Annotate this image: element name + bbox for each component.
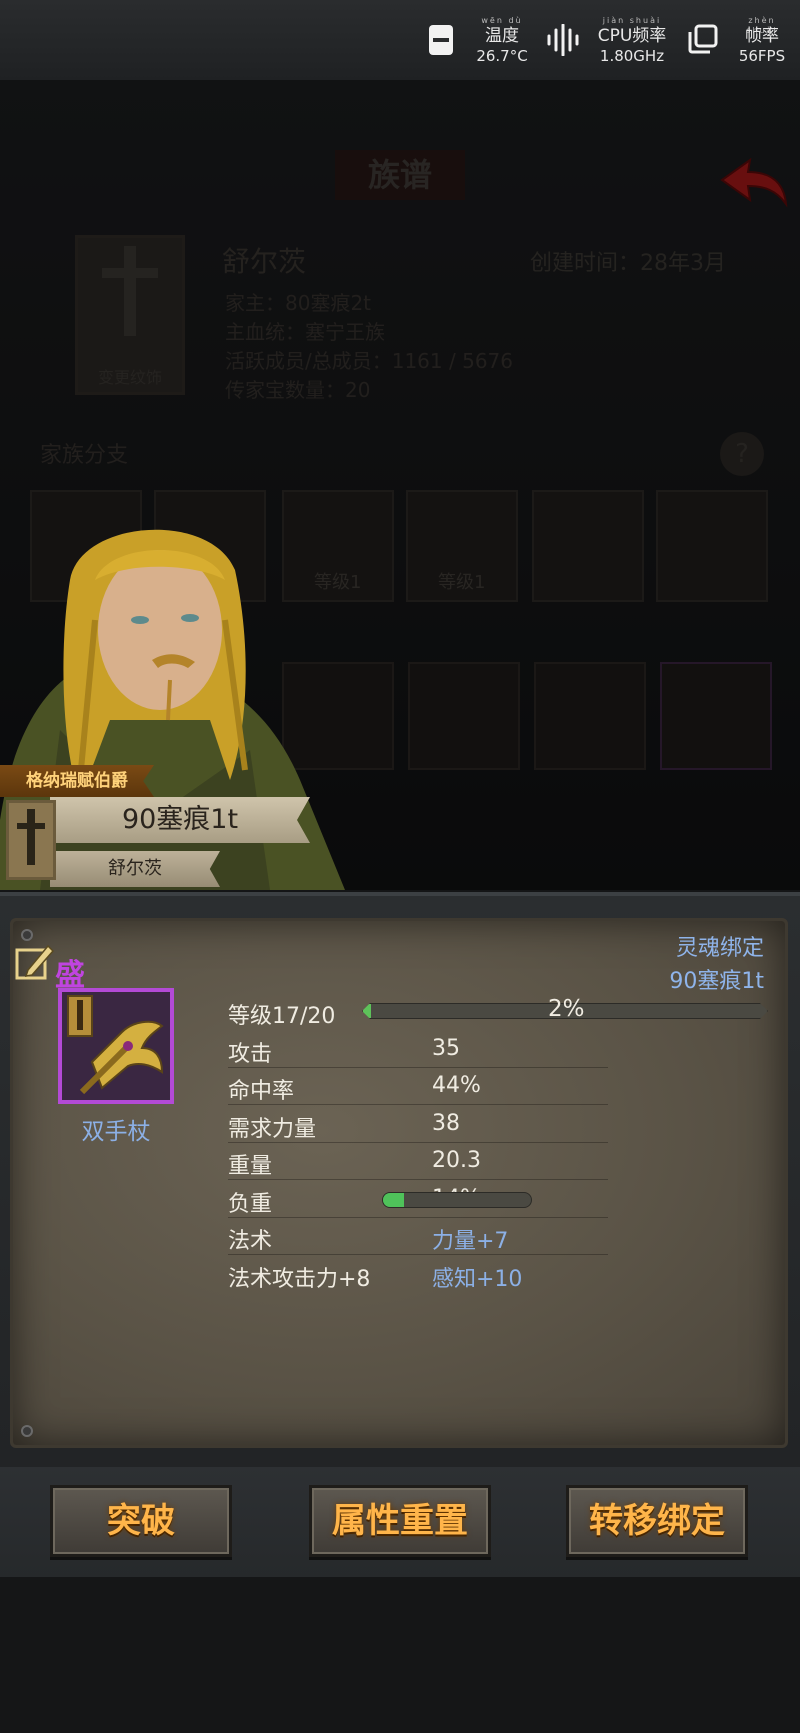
transfer-binding-button[interactable]: 转移绑定 xyxy=(566,1485,748,1557)
battery-icon xyxy=(429,25,453,55)
character-name-scroll: 90塞痕1t xyxy=(50,797,310,843)
stat-value: 35 xyxy=(432,1036,460,1061)
stat-value: 力量+7 xyxy=(432,1229,509,1254)
row-divider xyxy=(228,1254,608,1255)
level-label: 等级17/20 xyxy=(228,1004,336,1029)
bound-owner: 90塞痕1t xyxy=(669,969,764,994)
temperature-label: 温度 xyxy=(485,26,519,46)
temperature-ruby: wēn dù xyxy=(481,16,523,25)
rivet xyxy=(21,929,33,941)
temperature-value: 26.7°C xyxy=(476,47,528,65)
fps-value: 56FPS xyxy=(738,47,786,65)
stat-row-spell: 法术 力量+7 xyxy=(228,1219,768,1255)
stat-value: 20.3 xyxy=(432,1148,481,1173)
row-divider xyxy=(228,1217,608,1218)
cpu-value: 1.80GHz xyxy=(599,47,665,65)
stat-key: 需求力量 xyxy=(228,1117,317,1142)
fps-readout: zhèn shuài 帧率 56FPS xyxy=(734,16,790,66)
cpu-waveform-icon xyxy=(547,24,579,56)
stat-row-required-strength: 需求力量 38 xyxy=(228,1107,768,1143)
stat-key: 攻击 xyxy=(228,1042,273,1067)
fps-ruby: zhèn shuài xyxy=(746,16,778,35)
stat-key: 法术 xyxy=(228,1229,273,1254)
stat-value: 44% xyxy=(432,1073,481,1098)
item-type-name: 双手杖 xyxy=(81,1119,151,1145)
stat-value: 感知+10 xyxy=(432,1267,523,1292)
rivet xyxy=(21,1425,33,1437)
stat-key: 重量 xyxy=(228,1154,273,1179)
edit-pencil-icon[interactable] xyxy=(14,942,54,982)
load-bar xyxy=(382,1192,532,1208)
stat-row-spell-attack: 法术攻击力+8 感知+10 xyxy=(228,1257,768,1293)
cpu-readout: jiàn shuài CPU频率 1.80GHz xyxy=(594,16,670,66)
level-progress-text: 2% xyxy=(548,996,585,1022)
stat-value: 38 xyxy=(432,1111,460,1136)
row-divider xyxy=(228,1067,608,1068)
cpu-ruby: jiàn shuài xyxy=(602,16,662,25)
row-divider xyxy=(228,1142,608,1143)
fps-label: 帧率 xyxy=(745,26,779,46)
temperature-readout: wēn dù 温度 26.7°C xyxy=(474,16,530,66)
stat-row-attack: 攻击 35 xyxy=(228,1032,768,1068)
fps-window-icon xyxy=(688,24,718,54)
row-divider xyxy=(228,1179,608,1180)
system-status-bar: wēn dù 温度 26.7°C jiàn shuài CPU频率 1.80GH… xyxy=(0,0,800,80)
staff-weapon-icon xyxy=(67,995,164,1095)
stat-key: 负重 xyxy=(228,1192,273,1217)
stat-key: 法术攻击力+8 xyxy=(228,1267,371,1292)
stat-row-accuracy: 命中率 44% xyxy=(228,1069,768,1105)
row-divider xyxy=(228,1104,608,1105)
bind-status: 灵魂绑定 xyxy=(675,936,764,961)
item-icon-slot[interactable] xyxy=(58,988,174,1104)
rank-title-banner: 格纳瑞赋伯爵 xyxy=(0,765,154,797)
cpu-label: CPU频率 xyxy=(597,26,667,46)
family-banner-icon xyxy=(6,800,56,880)
bottom-background xyxy=(0,1577,800,1733)
stat-row-weight: 重量 20.3 xyxy=(228,1144,768,1180)
breakthrough-button[interactable]: 突破 xyxy=(50,1485,232,1557)
load-bar-fill xyxy=(383,1193,404,1207)
character-family-scroll: 舒尔茨 xyxy=(50,851,220,887)
stat-key: 命中率 xyxy=(228,1079,295,1104)
reset-attributes-button[interactable]: 属性重置 xyxy=(309,1485,491,1557)
